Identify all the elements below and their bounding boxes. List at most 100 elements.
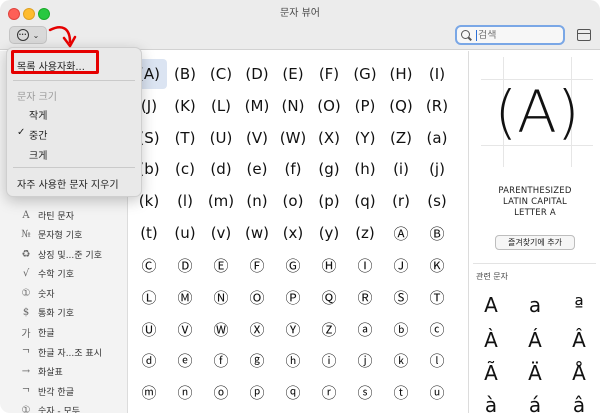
related-character-cell[interactable]: à xyxy=(471,391,511,413)
character-cell[interactable]: ⓣ xyxy=(383,377,419,407)
character-cell[interactable]: (e) xyxy=(239,154,275,184)
character-cell[interactable]: ⓖ xyxy=(239,345,275,375)
related-character-cell[interactable]: Å xyxy=(559,359,599,387)
character-cell[interactable]: (n) xyxy=(239,186,275,216)
menu-item-large[interactable]: 크게 xyxy=(29,147,47,162)
character-cell[interactable]: ⓟ xyxy=(239,377,275,407)
character-cell[interactable]: ⓙ xyxy=(347,345,383,375)
sidebar-category-item[interactable]: √ 수학 기호 xyxy=(18,265,74,281)
character-cell[interactable]: (q) xyxy=(347,186,383,216)
character-cell[interactable]: (K) xyxy=(167,91,203,121)
related-character-cell[interactable]: ª xyxy=(559,291,599,319)
sidebar-category-item[interactable]: ① 숫자 xyxy=(18,285,55,301)
character-cell[interactable]: ⓔ xyxy=(167,345,203,375)
character-cell[interactable]: (C) xyxy=(203,59,239,89)
character-cell[interactable]: Ⓑ xyxy=(419,218,455,248)
action-menu-button[interactable]: ··· ⌄ xyxy=(9,26,47,44)
character-cell[interactable]: Ⓚ xyxy=(419,250,455,280)
character-cell[interactable]: (R) xyxy=(419,91,455,121)
character-cell[interactable]: Ⓜ xyxy=(167,282,203,312)
character-cell[interactable]: Ⓝ xyxy=(203,282,239,312)
character-cell[interactable]: (U) xyxy=(203,123,239,153)
character-cell[interactable]: (d) xyxy=(203,154,239,184)
character-cell[interactable]: Ⓔ xyxy=(203,250,239,280)
character-cell[interactable]: (F) xyxy=(311,59,347,89)
character-cell[interactable]: ⓚ xyxy=(383,345,419,375)
character-cell[interactable]: (Z) xyxy=(383,123,419,153)
character-cell[interactable]: Ⓗ xyxy=(311,250,347,280)
character-cell[interactable]: (W) xyxy=(275,123,311,153)
character-cell[interactable]: ⓘ xyxy=(311,345,347,375)
related-character-cell[interactable]: a xyxy=(515,291,555,319)
character-cell[interactable]: (a) xyxy=(419,123,455,153)
character-cell[interactable]: Ⓟ xyxy=(275,282,311,312)
related-character-cell[interactable]: Á xyxy=(515,326,555,354)
character-cell[interactable]: (H) xyxy=(383,59,419,89)
sidebar-category-item[interactable]: № 문자형 기호 xyxy=(18,226,82,242)
character-cell[interactable]: (v) xyxy=(203,218,239,248)
character-cell[interactable]: ⓞ xyxy=(203,377,239,407)
sidebar-category-item[interactable]: A 라틴 문자 xyxy=(18,207,74,223)
character-cell[interactable]: Ⓤ xyxy=(131,314,167,344)
character-cell[interactable]: (t) xyxy=(131,218,167,248)
character-cell[interactable]: Ⓘ xyxy=(347,250,383,280)
character-cell[interactable]: ⓡ xyxy=(311,377,347,407)
character-cell[interactable]: (y) xyxy=(311,218,347,248)
sidebar-category-item[interactable]: → 화살표 xyxy=(18,363,63,379)
sidebar-category-item[interactable]: ♻ 상징 및...준 기호 xyxy=(18,246,102,262)
related-character-cell[interactable]: Ä xyxy=(515,359,555,387)
search-input[interactable] xyxy=(476,29,556,41)
search-field[interactable] xyxy=(455,25,565,45)
character-cell[interactable]: ⓜ xyxy=(131,377,167,407)
character-cell[interactable]: Ⓡ xyxy=(347,282,383,312)
character-cell[interactable]: ⓝ xyxy=(167,377,203,407)
character-cell[interactable]: ⓤ xyxy=(419,377,455,407)
character-cell[interactable]: Ⓥ xyxy=(167,314,203,344)
sidebar-toggle-icon[interactable] xyxy=(577,29,591,41)
character-cell[interactable]: (p) xyxy=(311,186,347,216)
character-cell[interactable]: (s) xyxy=(419,186,455,216)
character-cell[interactable]: (m) xyxy=(203,186,239,216)
character-cell[interactable]: ⓕ xyxy=(203,345,239,375)
character-cell[interactable]: (I) xyxy=(419,59,455,89)
character-cell[interactable]: (B) xyxy=(167,59,203,89)
character-cell[interactable]: (M) xyxy=(239,91,275,121)
character-cell[interactable]: Ⓞ xyxy=(239,282,275,312)
related-character-cell[interactable]: á xyxy=(515,391,555,413)
menu-item-small[interactable]: 작게 xyxy=(29,107,47,122)
character-cell[interactable]: Ⓧ xyxy=(239,314,275,344)
character-cell[interactable]: (f) xyxy=(275,154,311,184)
sidebar-category-item[interactable]: 가 한글 xyxy=(18,324,54,340)
character-cell[interactable]: Ⓓ xyxy=(167,250,203,280)
sidebar-category-item[interactable]: $ 통화 기호 xyxy=(18,304,74,320)
character-cell[interactable]: Ⓦ xyxy=(203,314,239,344)
character-cell[interactable]: (c) xyxy=(167,154,203,184)
related-character-cell[interactable]: Â xyxy=(559,326,599,354)
character-cell[interactable]: Ⓖ xyxy=(275,250,311,280)
character-cell[interactable]: (D) xyxy=(239,59,275,89)
character-cell[interactable]: (u) xyxy=(167,218,203,248)
character-cell[interactable]: (o) xyxy=(275,186,311,216)
character-cell[interactable]: ⓓ xyxy=(131,345,167,375)
character-cell[interactable]: (r) xyxy=(383,186,419,216)
menu-item-medium[interactable]: 중간 xyxy=(29,127,47,142)
character-cell[interactable]: (Q) xyxy=(383,91,419,121)
character-cell[interactable]: (l) xyxy=(167,186,203,216)
character-cell[interactable]: ⓑ xyxy=(383,314,419,344)
character-cell[interactable]: (Y) xyxy=(347,123,383,153)
character-cell[interactable]: (X) xyxy=(311,123,347,153)
character-cell[interactable]: ⓛ xyxy=(419,345,455,375)
character-cell[interactable]: ⓠ xyxy=(275,377,311,407)
character-cell[interactable]: (x) xyxy=(275,218,311,248)
character-cell[interactable]: ⓐ xyxy=(347,314,383,344)
character-cell[interactable]: (i) xyxy=(383,154,419,184)
character-cell[interactable]: (g) xyxy=(311,154,347,184)
character-cell[interactable]: ⓗ xyxy=(275,345,311,375)
character-cell[interactable]: (N) xyxy=(275,91,311,121)
character-cell[interactable]: (j) xyxy=(419,154,455,184)
character-cell[interactable]: Ⓐ xyxy=(383,218,419,248)
character-cell[interactable]: Ⓛ xyxy=(131,282,167,312)
sidebar-category-item[interactable]: ᄀ 한글 자...조 표시 xyxy=(18,344,102,360)
related-character-cell[interactable]: À xyxy=(471,326,511,354)
character-cell[interactable]: Ⓩ xyxy=(311,314,347,344)
